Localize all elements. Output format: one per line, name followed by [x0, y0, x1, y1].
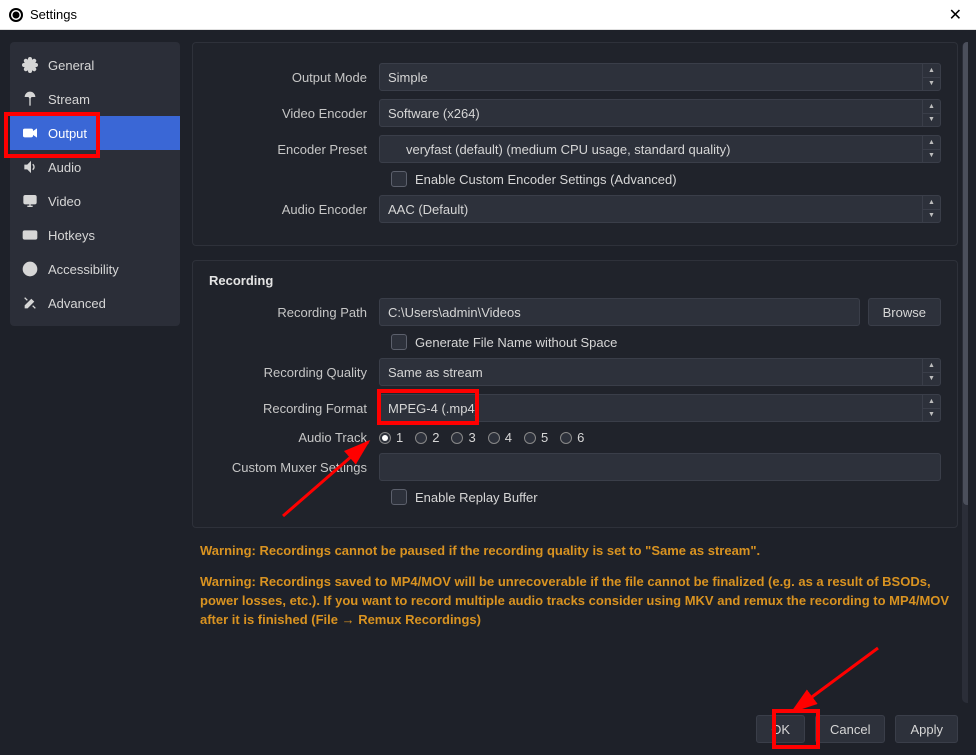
window-title: Settings	[30, 7, 77, 22]
select-video-encoder[interactable]: Software (x264) ▲▼	[379, 99, 941, 127]
sidebar-item-accessibility[interactable]: Accessibility	[10, 252, 180, 286]
audio-track-group: 1 2 3 4 5 6	[379, 430, 941, 445]
recording-heading: Recording	[209, 273, 941, 288]
radio-track-3[interactable]	[451, 432, 463, 444]
checkbox-generate-filename-no-space[interactable]	[391, 334, 407, 350]
sidebar-item-label: Accessibility	[48, 262, 119, 277]
sidebar-item-label: Stream	[48, 92, 90, 107]
checkbox-enable-custom-encoder[interactable]	[391, 171, 407, 187]
chevron-stepper-icon: ▲▼	[922, 395, 940, 421]
sidebar-item-label: Audio	[48, 160, 81, 175]
radio-track-4[interactable]	[488, 432, 500, 444]
keyboard-icon	[22, 227, 38, 243]
select-audio-encoder[interactable]: AAC (Default) ▲▼	[379, 195, 941, 223]
label-recording-path: Recording Path	[209, 305, 379, 320]
select-recording-format[interactable]: MPEG-4 (.mp4) ▲▼	[379, 394, 941, 422]
dialog-footer: OK Cancel Apply	[192, 703, 968, 743]
select-output-mode[interactable]: Simple ▲▼	[379, 63, 941, 91]
input-value: C:\Users\admin\Videos	[388, 305, 521, 320]
sidebar-item-label: Video	[48, 194, 81, 209]
select-value: Same as stream	[388, 365, 483, 380]
settings-content: Output Mode Simple ▲▼ Video Encoder Soft…	[190, 30, 976, 755]
select-recording-quality[interactable]: Same as stream ▲▼	[379, 358, 941, 386]
apply-button[interactable]: Apply	[895, 715, 958, 743]
sidebar-item-label: General	[48, 58, 94, 73]
sidebar-item-general[interactable]: General	[10, 48, 180, 82]
sidebar-item-video[interactable]: Video	[10, 184, 180, 218]
radio-track-6[interactable]	[560, 432, 572, 444]
select-value: veryfast (default) (medium CPU usage, st…	[388, 142, 730, 157]
warnings-block: Warning: Recordings cannot be paused if …	[200, 542, 950, 629]
chevron-stepper-icon: ▲▼	[922, 64, 940, 90]
speaker-icon	[22, 159, 38, 175]
antenna-icon	[22, 91, 38, 107]
checkbox-enable-replay-buffer[interactable]	[391, 489, 407, 505]
select-value: MPEG-4 (.mp4)	[388, 401, 479, 416]
checkbox-label: Enable Custom Encoder Settings (Advanced…	[415, 172, 677, 187]
label-encoder-preset: Encoder Preset	[209, 142, 379, 157]
label-recording-format: Recording Format	[209, 401, 379, 416]
sidebar-item-label: Hotkeys	[48, 228, 95, 243]
browse-button[interactable]: Browse	[868, 298, 941, 326]
radio-track-2[interactable]	[415, 432, 427, 444]
radio-track-1[interactable]	[379, 432, 391, 444]
monitor-icon	[22, 193, 38, 209]
select-value: AAC (Default)	[388, 202, 468, 217]
chevron-stepper-icon: ▲▼	[922, 100, 940, 126]
sidebar-item-output[interactable]: Output	[10, 116, 180, 150]
sidebar-item-advanced[interactable]: Advanced	[10, 286, 180, 320]
ok-button[interactable]: OK	[756, 715, 805, 743]
chevron-stepper-icon: ▲▼	[922, 136, 940, 162]
label-output-mode: Output Mode	[209, 70, 379, 85]
input-recording-path[interactable]: C:\Users\admin\Videos	[379, 298, 860, 326]
sidebar-item-label: Advanced	[48, 296, 106, 311]
scrollbar-thumb[interactable]	[963, 42, 968, 505]
checkbox-label: Enable Replay Buffer	[415, 490, 538, 505]
radio-track-5[interactable]	[524, 432, 536, 444]
output-icon	[22, 125, 38, 141]
warning-text-2: Warning: Recordings saved to MP4/MOV wil…	[200, 573, 950, 630]
warning-text-1: Warning: Recordings cannot be paused if …	[200, 542, 950, 561]
select-encoder-preset[interactable]: veryfast (default) (medium CPU usage, st…	[379, 135, 941, 163]
checkbox-label: Generate File Name without Space	[415, 335, 617, 350]
sidebar-item-stream[interactable]: Stream	[10, 82, 180, 116]
settings-sidebar: General Stream Output Audio Video Hotkey…	[10, 42, 180, 326]
label-audio-track: Audio Track	[209, 430, 379, 445]
window-titlebar: Settings ✕	[0, 0, 976, 30]
label-audio-encoder: Audio Encoder	[209, 202, 379, 217]
gear-icon	[22, 57, 38, 73]
recording-panel: Recording Recording Path C:\Users\admin\…	[192, 260, 958, 528]
obs-app-icon	[8, 7, 24, 23]
label-video-encoder: Video Encoder	[209, 106, 379, 121]
sidebar-item-label: Output	[48, 126, 87, 141]
label-recording-quality: Recording Quality	[209, 365, 379, 380]
scrollbar[interactable]	[962, 42, 968, 703]
cancel-button[interactable]: Cancel	[815, 715, 885, 743]
accessibility-icon	[22, 261, 38, 277]
chevron-stepper-icon: ▲▼	[922, 359, 940, 385]
sidebar-item-hotkeys[interactable]: Hotkeys	[10, 218, 180, 252]
window-close-button[interactable]: ✕	[943, 5, 968, 25]
select-value: Simple	[388, 70, 428, 85]
input-custom-muxer[interactable]	[379, 453, 941, 481]
sidebar-item-audio[interactable]: Audio	[10, 150, 180, 184]
chevron-stepper-icon: ▲▼	[922, 196, 940, 222]
sidebar-container: General Stream Output Audio Video Hotkey…	[0, 30, 190, 755]
select-value: Software (x264)	[388, 106, 480, 121]
label-custom-muxer: Custom Muxer Settings	[209, 460, 379, 475]
tools-icon	[22, 295, 38, 311]
annotation-arrow-format	[273, 436, 393, 526]
output-simple-panel: Output Mode Simple ▲▼ Video Encoder Soft…	[192, 42, 958, 246]
